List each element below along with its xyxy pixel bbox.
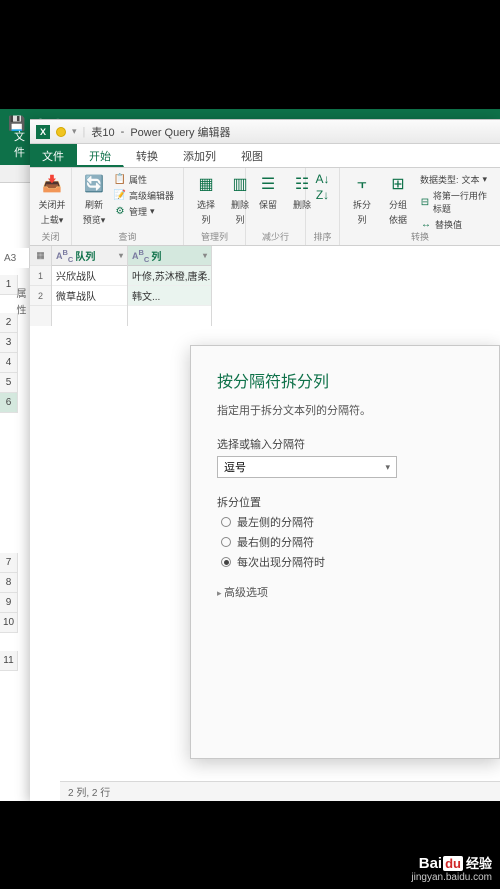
group-query-label: 查询 [72,230,183,243]
close-load-icon: 📥 [40,172,64,196]
radio-each[interactable]: 每次出现分隔符时 [221,554,473,570]
pq-data-grid: ▦ 1 2 ABC队列▾ 兴欣战队 微草战队 ABC列▾ 叶修,苏沐橙,唐柔..… [30,246,500,326]
keep-rows-icon: ☰ [256,172,280,196]
row-header[interactable]: 3 [0,333,18,353]
pq-tab-transform[interactable]: 转换 [124,144,171,167]
header-icon: ⊟ [420,196,430,208]
group-sort-label: 排序 [306,230,339,243]
advanced-editor-button[interactable]: 📝高级编辑器 [114,188,174,203]
row-header[interactable]: 8 [0,573,18,593]
group-icon: ⊞ [386,172,410,196]
refresh-icon: 🔄 [82,172,106,196]
type-text-icon: ABC [56,248,73,264]
properties-icon: 📋 [114,174,126,186]
side-properties-label: 属 性 [12,288,27,317]
delimiter-select[interactable]: 逗号 ▾ [217,456,397,478]
radio-icon [221,517,231,527]
column-header[interactable]: ABC列▾ [128,246,211,266]
radio-icon [221,557,231,567]
split-icon: ⫟ [350,172,374,196]
manage-icon: ⚙ [114,206,126,218]
grid-corner[interactable]: ▦ [30,246,51,266]
pq-statusbar: 2 列, 2 行 [60,781,500,801]
grid-cell[interactable]: 微草战队 [52,286,127,306]
advanced-options-toggle[interactable]: 高级选项 [217,584,473,600]
row-header[interactable]: 4 [0,353,18,373]
pq-ribbon-tabs: 文件 开始 转换 添加列 视图 [30,144,500,168]
name-box[interactable]: A3 [0,248,30,268]
replace-icon: ↔ [420,219,432,231]
properties-button[interactable]: 📋属性 [114,172,174,187]
row-header[interactable]: 9 [0,593,18,613]
row-header[interactable]: 5 [0,373,18,393]
pq-tab-view[interactable]: 视图 [229,144,276,167]
grid-row-num[interactable]: 2 [30,286,51,306]
dialog-title: 按分隔符拆分列 [217,368,473,392]
grid-row-num[interactable]: 1 [30,266,51,286]
grid-cell[interactable]: 兴欣战队 [52,266,127,286]
pq-title-app: Power Query 编辑器 [130,124,230,140]
group-close-label: 关闭 [30,230,71,243]
radio-leftmost[interactable]: 最左侧的分隔符 [221,514,473,530]
choose-cols-icon: ▦ [194,172,218,196]
column-header[interactable]: ABC队列▾ [52,246,127,266]
group-transform-label: 转换 [340,230,500,243]
pq-tab-add-column[interactable]: 添加列 [171,144,229,167]
filter-dropdown-icon[interactable]: ▾ [203,251,207,260]
power-query-window: A3 属 性 X ▾ | 表10 - Power Query 编辑器 文件 开始… [30,119,500,801]
pq-tab-home[interactable]: 开始 [77,144,124,167]
grid-cell[interactable]: 韩文... [128,286,211,306]
choose-columns-button[interactable]: ▦选择列 [192,172,220,226]
filter-dropdown-icon[interactable]: ▾ [119,251,123,260]
close-load-button[interactable]: 📥 关闭并 上载▾ [38,172,66,226]
manage-button[interactable]: ⚙管理▾ [114,204,174,219]
refresh-button[interactable]: 🔄 刷新 预览▾ [80,172,108,226]
pq-ribbon: 📥 关闭并 上载▾ 关闭 🔄 刷新 预览▾ 📋属性 📝高级编辑器 [30,168,500,246]
pq-titlebar: X ▾ | 表10 - Power Query 编辑器 [30,120,500,144]
keep-rows-button[interactable]: ☰保留 [254,172,282,211]
row-header[interactable]: 10 [0,613,18,633]
row-header[interactable]: 7 [0,553,18,573]
type-text-icon: ABC [132,248,149,264]
pq-title-table: 表10 [91,124,114,140]
grid-cell[interactable]: 叶修,苏沐橙,唐柔... [128,266,211,286]
status-dot-icon [56,127,66,137]
editor-icon: 📝 [114,190,126,202]
split-position-label: 拆分位置 [217,494,473,510]
sort-desc-icon[interactable]: Z↓ [316,188,329,202]
row-header[interactable]: 11 [0,651,18,671]
baidu-watermark: Baidu经验 jingyan.baidu.com [411,853,492,883]
group-reduce-rows-label: 减少行 [246,230,305,243]
sort-asc-icon[interactable]: A↓ [315,172,329,186]
dialog-description: 指定用于拆分文本列的分隔符。 [217,402,473,418]
pq-tab-file[interactable]: 文件 [30,144,77,167]
use-first-row-button[interactable]: ⊟将第一行用作标题 [420,188,492,216]
split-column-dialog: 按分隔符拆分列 指定用于拆分文本列的分隔符。 选择或输入分隔符 逗号 ▾ 拆分位… [190,345,500,759]
group-by-button[interactable]: ⊞分组依据 [384,172,412,232]
data-type-button[interactable]: 数据类型: 文本▾ [420,172,492,187]
group-manage-cols-label: 管理列 [184,230,245,243]
chevron-down-icon: ▾ [385,462,390,473]
radio-icon [221,537,231,547]
radio-rightmost[interactable]: 最右侧的分隔符 [221,534,473,550]
row-header[interactable]: 6 [0,393,18,413]
delimiter-select-label: 选择或输入分隔符 [217,436,473,452]
excel-icon: X [36,125,50,139]
split-column-button[interactable]: ⫟拆分列 [348,172,376,232]
